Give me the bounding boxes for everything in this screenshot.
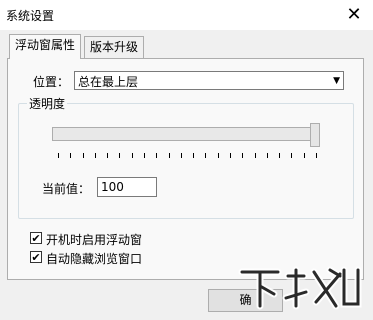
startup-float-window-checkbox[interactable]: ✔ [30,232,42,244]
slider-tick [242,153,244,158]
window-title: 系统设置 [6,9,55,23]
position-value: 总在最上层 [78,75,139,89]
auto-hide-browser-checkbox[interactable]: ✔ [30,251,42,263]
current-value-input[interactable]: 100 [97,177,157,197]
tab-label: 浮动窗属性 [15,38,76,52]
current-value-label: 当前值： [42,182,91,196]
close-icon[interactable]: ✕ [341,2,367,28]
slider-tick [217,153,219,158]
slider-tick [131,153,133,158]
slider-tick [279,153,281,158]
tab-version-upgrade[interactable]: 版本升级 [84,36,145,58]
transparency-slider-thumb[interactable] [310,123,320,147]
slider-tick [316,153,317,158]
slider-tick [291,153,293,158]
title-bar: 系统设置 ✕ [0,0,373,30]
tab-panel: 位置： 总在最上层 ▼ 透明度 当前值： 100 ✔ 开机时启用浮动窗 ✔ 自动… [7,58,364,280]
current-value-text: 100 [101,180,124,194]
watermark-logo [238,266,362,310]
transparency-group: 透明度 [18,95,354,219]
startup-float-window-label: 开机时启用浮动窗 [46,233,143,247]
transparency-group-title: 透明度 [27,95,68,112]
slider-tick [70,153,72,158]
slider-tick [107,153,109,158]
slider-tick [180,153,182,158]
slider-tick [266,153,268,158]
slider-tick [144,153,145,158]
position-label: 位置： [33,75,70,89]
slider-tick [94,153,96,158]
slider-tick [82,153,84,158]
checkmark-icon: ✔ [31,232,41,245]
transparency-slider-track[interactable] [52,127,320,141]
slider-tick [168,153,170,158]
slider-tick [193,153,195,158]
position-select[interactable]: 总在最上层 ▼ [74,71,344,90]
checkmark-icon: ✔ [31,251,41,264]
slider-tick [156,153,158,158]
slider-tick [205,153,207,158]
slider-tick [303,153,305,158]
tab-float-window-properties[interactable]: 浮动窗属性 [9,34,82,59]
slider-tick [58,153,59,158]
slider-tick [230,153,231,158]
dropdown-arrow-icon[interactable]: ▼ [333,73,340,89]
slider-tick [119,153,121,158]
tab-label: 版本升级 [90,40,139,54]
auto-hide-browser-label: 自动隐藏浏览窗口 [46,252,143,266]
settings-dialog: 系统设置 ✕ 浮动窗属性 版本升级 位置： 总在最上层 ▼ 透明度 当前值： 1… [0,0,373,320]
slider-tick [254,153,256,158]
